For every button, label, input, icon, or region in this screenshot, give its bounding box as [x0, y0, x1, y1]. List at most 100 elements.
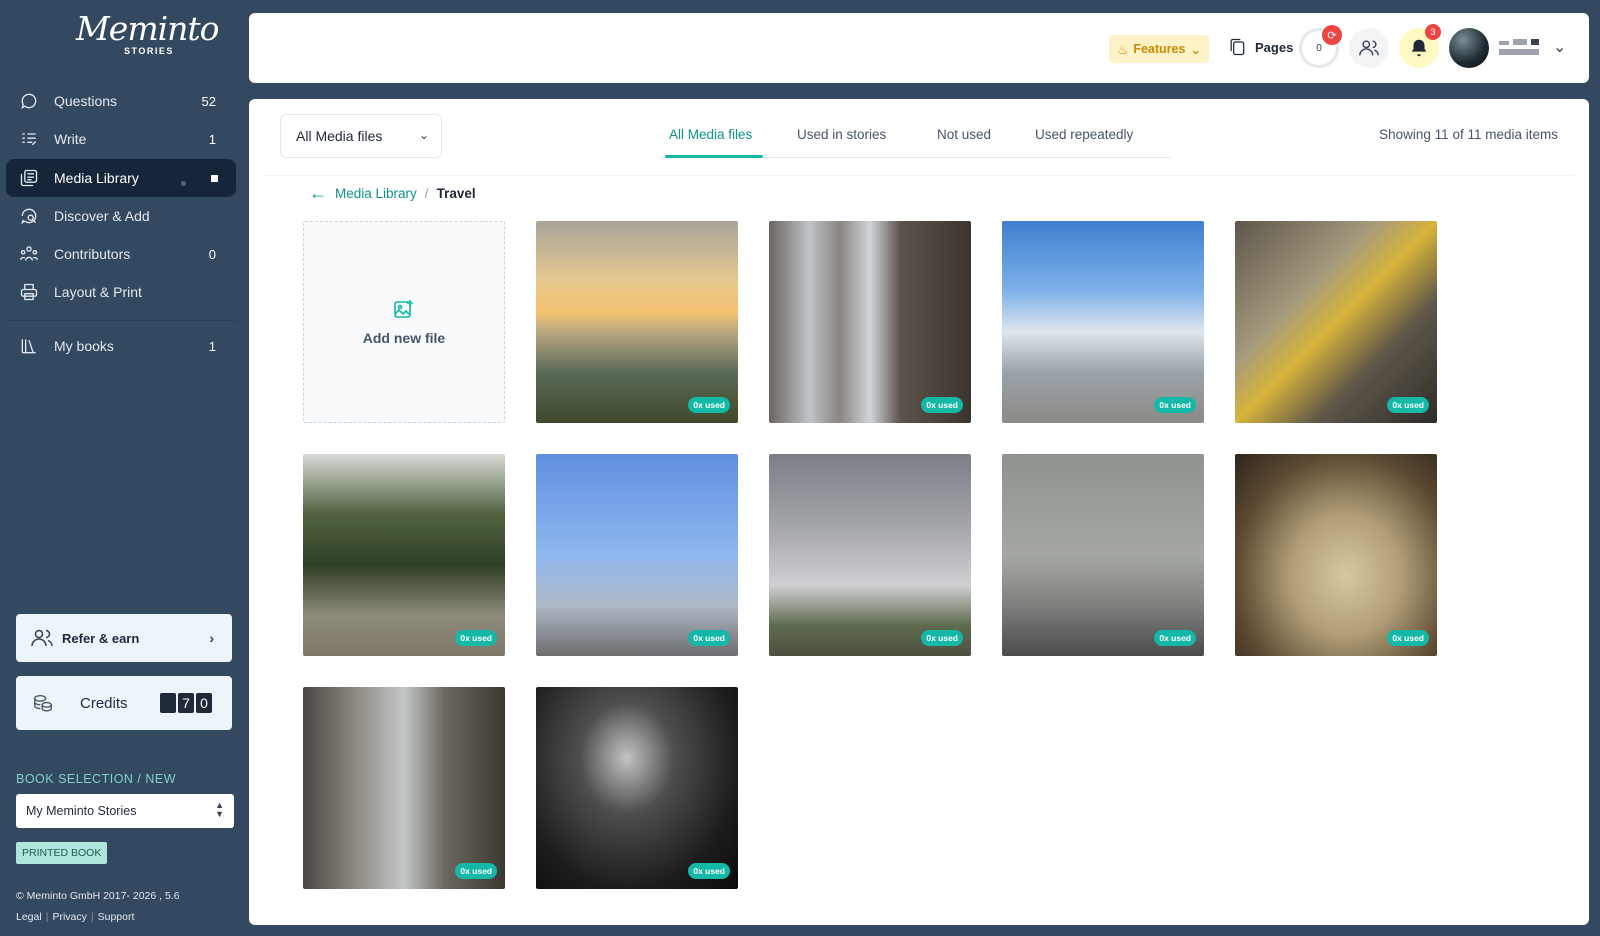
- usage-badge: 0x used: [688, 863, 730, 879]
- pages-icon: [1230, 38, 1245, 56]
- discover-icon: [18, 205, 40, 227]
- logo-subtitle: STORIES: [124, 46, 174, 56]
- bell-icon: [1411, 39, 1427, 57]
- usage-badge: 0x used: [455, 630, 497, 646]
- sync-counter[interactable]: 0 ⟳: [1299, 25, 1342, 68]
- link-separator: |: [45, 911, 49, 923]
- counter-value: 0: [1316, 42, 1322, 54]
- media-item[interactable]: 0x used: [769, 454, 971, 656]
- features-button[interactable]: ♨ Features ⌄: [1109, 35, 1209, 63]
- sidebar-divider: [6, 320, 236, 321]
- nav-count: 52: [201, 93, 216, 109]
- media-item[interactable]: 0x used: [1002, 454, 1204, 656]
- link-separator: |: [90, 911, 94, 923]
- showing-count: Showing 11 of 11 media items: [1379, 127, 1558, 142]
- media-library-panel: All Media files ⌄ All Media files Used i…: [249, 99, 1589, 925]
- coins-icon: [34, 694, 52, 712]
- copyright: © Meminto GmbH 2017- 2026 , 5.6: [16, 890, 180, 902]
- book-selection-label: BOOK SELECTION / NEW: [16, 772, 177, 786]
- media-tabs: All Media files Used in stories Not used…: [661, 114, 1171, 158]
- users-button[interactable]: [1349, 28, 1389, 68]
- usage-badge: 0x used: [688, 397, 730, 413]
- nav-label: Contributors: [54, 246, 131, 262]
- nav-label: Media Library: [54, 170, 139, 186]
- notifications-button[interactable]: 3: [1399, 24, 1441, 68]
- media-item[interactable]: 0x used: [1002, 221, 1204, 423]
- media-item[interactable]: 0x used: [303, 454, 505, 656]
- nav-item-layout-print[interactable]: Layout & Print: [6, 273, 236, 311]
- books-icon: [18, 335, 40, 357]
- nav-item-media-library[interactable]: Media Library: [6, 159, 236, 197]
- media-item[interactable]: 0x used: [1235, 221, 1437, 423]
- legal-link[interactable]: Legal: [16, 911, 42, 923]
- printed-book-badge: PRINTED BOOK: [16, 842, 108, 864]
- nav-label: Write: [54, 131, 87, 147]
- support-link[interactable]: Support: [98, 911, 135, 923]
- usage-badge: 0x used: [921, 630, 963, 646]
- breadcrumb-parent[interactable]: Media Library: [335, 186, 417, 201]
- book-select-value: My Meminto Stories: [26, 804, 137, 818]
- users-icon: [1359, 40, 1379, 56]
- tab-all-media[interactable]: All Media files: [669, 127, 752, 142]
- nav-item-my-books[interactable]: My books 1: [6, 327, 236, 365]
- pages-button[interactable]: Pages: [1227, 37, 1293, 57]
- tab-used-in-stories[interactable]: Used in stories: [797, 127, 886, 142]
- media-item[interactable]: 0x used: [536, 687, 738, 889]
- logo-script: Meminto: [76, 9, 220, 48]
- refer-label: Refer & earn: [62, 630, 140, 646]
- nav-label: Discover & Add: [54, 208, 150, 224]
- chevron-right-icon: ›: [209, 630, 214, 646]
- users-icon: [31, 629, 53, 647]
- credits-digit: [160, 693, 176, 713]
- header-divider: [265, 175, 1573, 176]
- media-item[interactable]: 0x used: [536, 454, 738, 656]
- notification-count: 3: [1425, 24, 1441, 40]
- meminto-logo[interactable]: Meminto STORIES: [76, 9, 220, 58]
- avatar[interactable]: [1449, 28, 1489, 68]
- filter-value: All Media files: [296, 128, 383, 144]
- credits-digit: 0: [196, 693, 212, 713]
- privacy-link[interactable]: Privacy: [52, 911, 86, 923]
- media-item[interactable]: 0x used: [303, 687, 505, 889]
- credits-digit: 7: [178, 693, 194, 713]
- loading-dot: [181, 181, 186, 186]
- contributors-icon: [18, 243, 40, 265]
- chevron-down-icon[interactable]: ⌄: [1553, 37, 1566, 57]
- tab-not-used[interactable]: Not used: [937, 127, 991, 142]
- add-new-file-button[interactable]: Add new file: [303, 221, 505, 423]
- active-tab-indicator: [665, 155, 763, 158]
- add-image-icon: [394, 300, 413, 318]
- media-item[interactable]: 0x used: [536, 221, 738, 423]
- chevron-down-icon: ⌄: [1190, 42, 1201, 57]
- media-filter-select[interactable]: All Media files ⌄: [280, 114, 442, 158]
- features-label: Features: [1133, 42, 1186, 56]
- nav-item-discover-add[interactable]: Discover & Add: [6, 197, 236, 235]
- nav-item-contributors[interactable]: Contributors 0: [6, 235, 236, 273]
- select-arrows-icon: ▲ ▼: [215, 800, 224, 819]
- usage-badge: 0x used: [921, 397, 963, 413]
- nav-item-write[interactable]: Write 1: [6, 120, 236, 158]
- usage-badge: 0x used: [455, 863, 497, 879]
- nav-count: 1: [208, 131, 216, 147]
- pages-label: Pages: [1255, 39, 1294, 55]
- usage-badge: 0x used: [1387, 397, 1429, 413]
- nav-label: My books: [54, 338, 114, 354]
- add-new-label: Add new file: [362, 330, 446, 346]
- book-select[interactable]: My Meminto Stories ▲ ▼: [16, 794, 234, 828]
- credits-card[interactable]: Credits 7 0: [16, 676, 232, 730]
- usage-badge: 0x used: [688, 630, 730, 646]
- back-arrow-icon[interactable]: ←: [309, 183, 327, 204]
- top-bar: ♨ Features ⌄ Pages 0 ⟳ 3 ⌄: [249, 13, 1589, 83]
- media-item[interactable]: 0x used: [1235, 454, 1437, 656]
- usage-badge: 0x used: [1387, 630, 1429, 646]
- media-item[interactable]: 0x used: [769, 221, 971, 423]
- nav-item-questions[interactable]: Questions 52: [6, 82, 236, 120]
- sidebar: Meminto STORIES Questions 52 Write 1 Med…: [0, 0, 244, 936]
- tab-used-repeatedly[interactable]: Used repeatedly: [1035, 127, 1133, 142]
- printer-icon: [18, 281, 40, 303]
- refer-earn-button[interactable]: Refer & earn ›: [16, 614, 232, 662]
- username-redacted: [1499, 39, 1539, 59]
- nav-label: Layout & Print: [54, 284, 142, 300]
- credits-counter: 7 0: [160, 693, 212, 713]
- chat-icon: [18, 90, 40, 112]
